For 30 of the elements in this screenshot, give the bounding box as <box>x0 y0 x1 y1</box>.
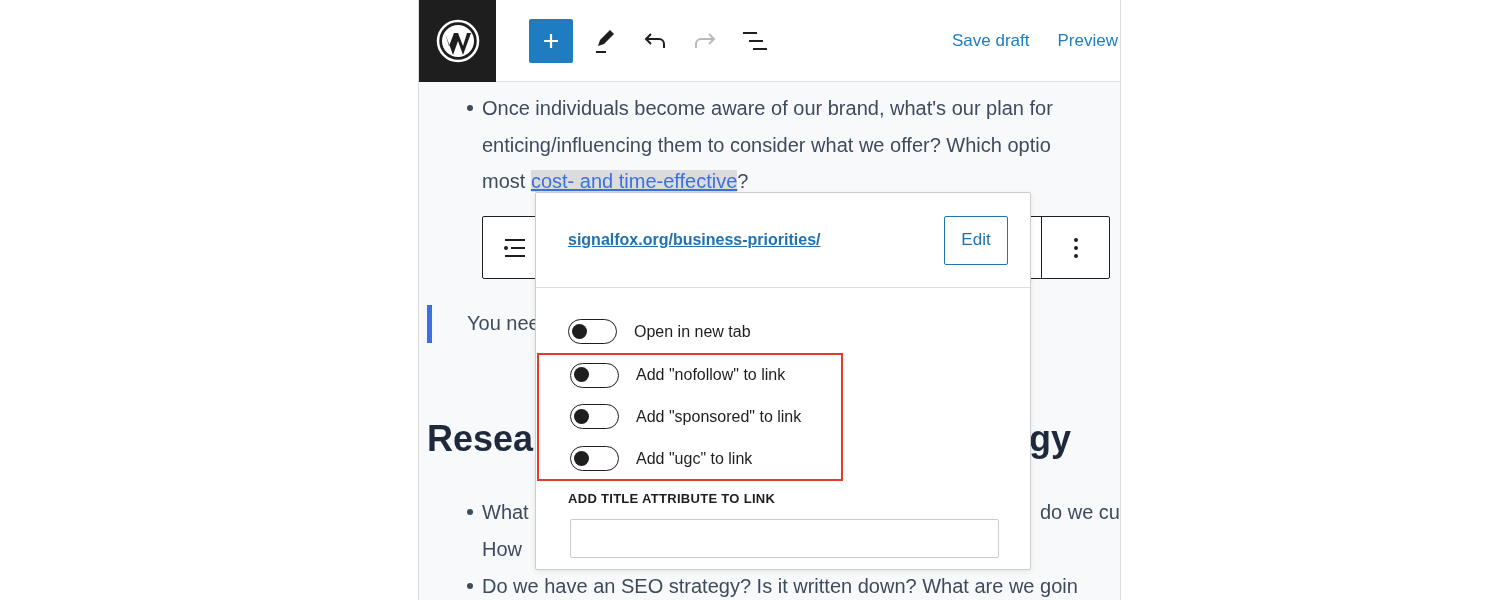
header-link[interactable]: Preview <box>1057 30 1118 51</box>
list-text: Do we have an SEO strategy? Is it written down? What are we goin <box>482 573 1078 599</box>
toggle-label: Add "ugc" to link <box>636 449 753 468</box>
list-text: Once individuals become aware of our brand, what's our plan for <box>482 96 1053 121</box>
header-link[interactable]: Save draft <box>952 30 1030 51</box>
toggle-switch[interactable] <box>568 319 617 345</box>
toggle-switch[interactable] <box>570 446 619 472</box>
heading-text: gy <box>1029 417 1071 462</box>
list-text: do we cu <box>1039 500 1120 526</box>
list-view-icon <box>741 29 769 52</box>
toggle-label: Add "nofollow" to link <box>636 366 786 385</box>
more-options-icon[interactable] <box>1072 236 1079 259</box>
wordpress-logo[interactable] <box>435 18 480 63</box>
text-link[interactable]: cost- and time-effective <box>530 170 738 193</box>
heading-text: Resea <box>427 417 534 462</box>
list-text: What <box>482 500 529 526</box>
field-label: ADD TITLE ATTRIBUTE TO LINK <box>568 491 776 507</box>
undo-icon <box>642 30 668 51</box>
list-text: enticing/influencing them to consider what we offer? Which optio <box>482 132 1051 158</box>
add-block-button[interactable] <box>529 18 573 63</box>
list-icon[interactable] <box>503 237 527 258</box>
title-input-field[interactable] <box>570 519 999 559</box>
edit-button[interactable]: Edit <box>944 215 1008 265</box>
redo-icon <box>692 30 718 51</box>
toggle-switch[interactable] <box>570 404 619 430</box>
link-url[interactable]: signalfox.org/business-priorities/ <box>568 231 821 249</box>
list-text: How <box>482 536 522 562</box>
toggle-label: Open in new tab <box>634 322 751 341</box>
toggle-switch[interactable] <box>570 362 619 388</box>
toggle-label: Add "sponsored" to link <box>636 408 802 426</box>
